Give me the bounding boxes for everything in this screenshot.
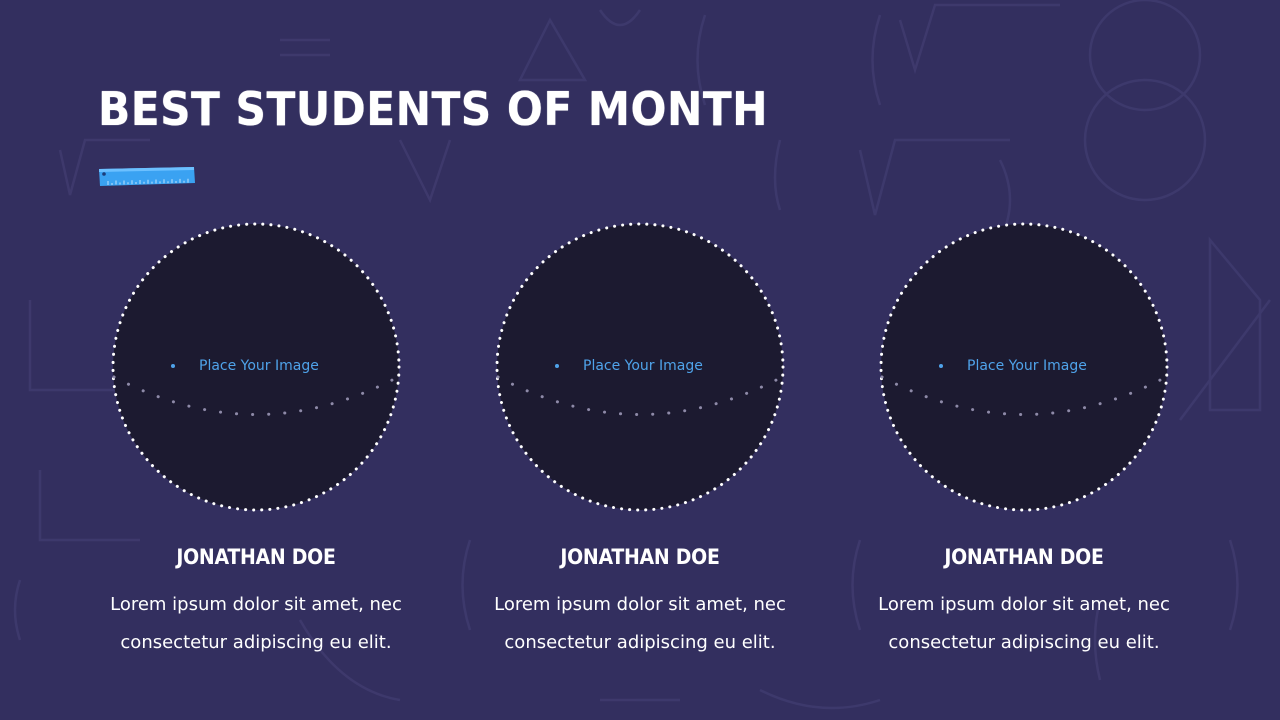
bullet-icon [939,364,943,368]
image-placeholder[interactable]: Place Your Image [495,222,785,512]
description-line: Lorem ipsum dolor sit amet, nec [110,594,402,615]
student-name: JONATHAN DOE [944,545,1104,569]
bullet-icon [555,364,559,368]
placeholder-label: Place Your Image [967,358,1087,374]
student-description: Lorem ipsum dolor sit amet, nec consecte… [839,586,1209,662]
placeholder-label: Place Your Image [583,358,703,374]
student-card: Place Your Image JONATHAN DOE Lorem ipsu… [494,222,786,653]
description-line: consectetur adipiscing eu elit. [120,632,392,653]
description-line: consectetur adipiscing eu elit. [504,632,776,653]
student-name: JONATHAN DOE [176,545,336,569]
image-placeholder[interactable]: Place Your Image [879,222,1169,512]
image-placeholder[interactable]: Place Your Image [111,222,401,512]
ruler-icon [99,167,195,186]
student-description: Lorem ipsum dolor sit amet, nec consecte… [71,586,441,662]
placeholder-text: Place Your Image [171,358,319,374]
description-line: Lorem ipsum dolor sit amet, nec [494,594,786,615]
placeholder-label: Place Your Image [199,358,319,374]
student-card: Place Your Image JONATHAN DOE Lorem ipsu… [878,222,1170,653]
student-card: Place Your Image JONATHAN DOE Lorem ipsu… [110,222,402,653]
slide-title: BEST STUDENTS OF MONTH [98,82,769,136]
placeholder-text: Place Your Image [555,358,703,374]
description-line: consectetur adipiscing eu elit. [888,632,1160,653]
bullet-icon [171,364,175,368]
student-description: Lorem ipsum dolor sit amet, nec consecte… [455,586,825,662]
description-line: Lorem ipsum dolor sit amet, nec [878,594,1170,615]
student-name: JONATHAN DOE [560,545,720,569]
placeholder-text: Place Your Image [939,358,1087,374]
